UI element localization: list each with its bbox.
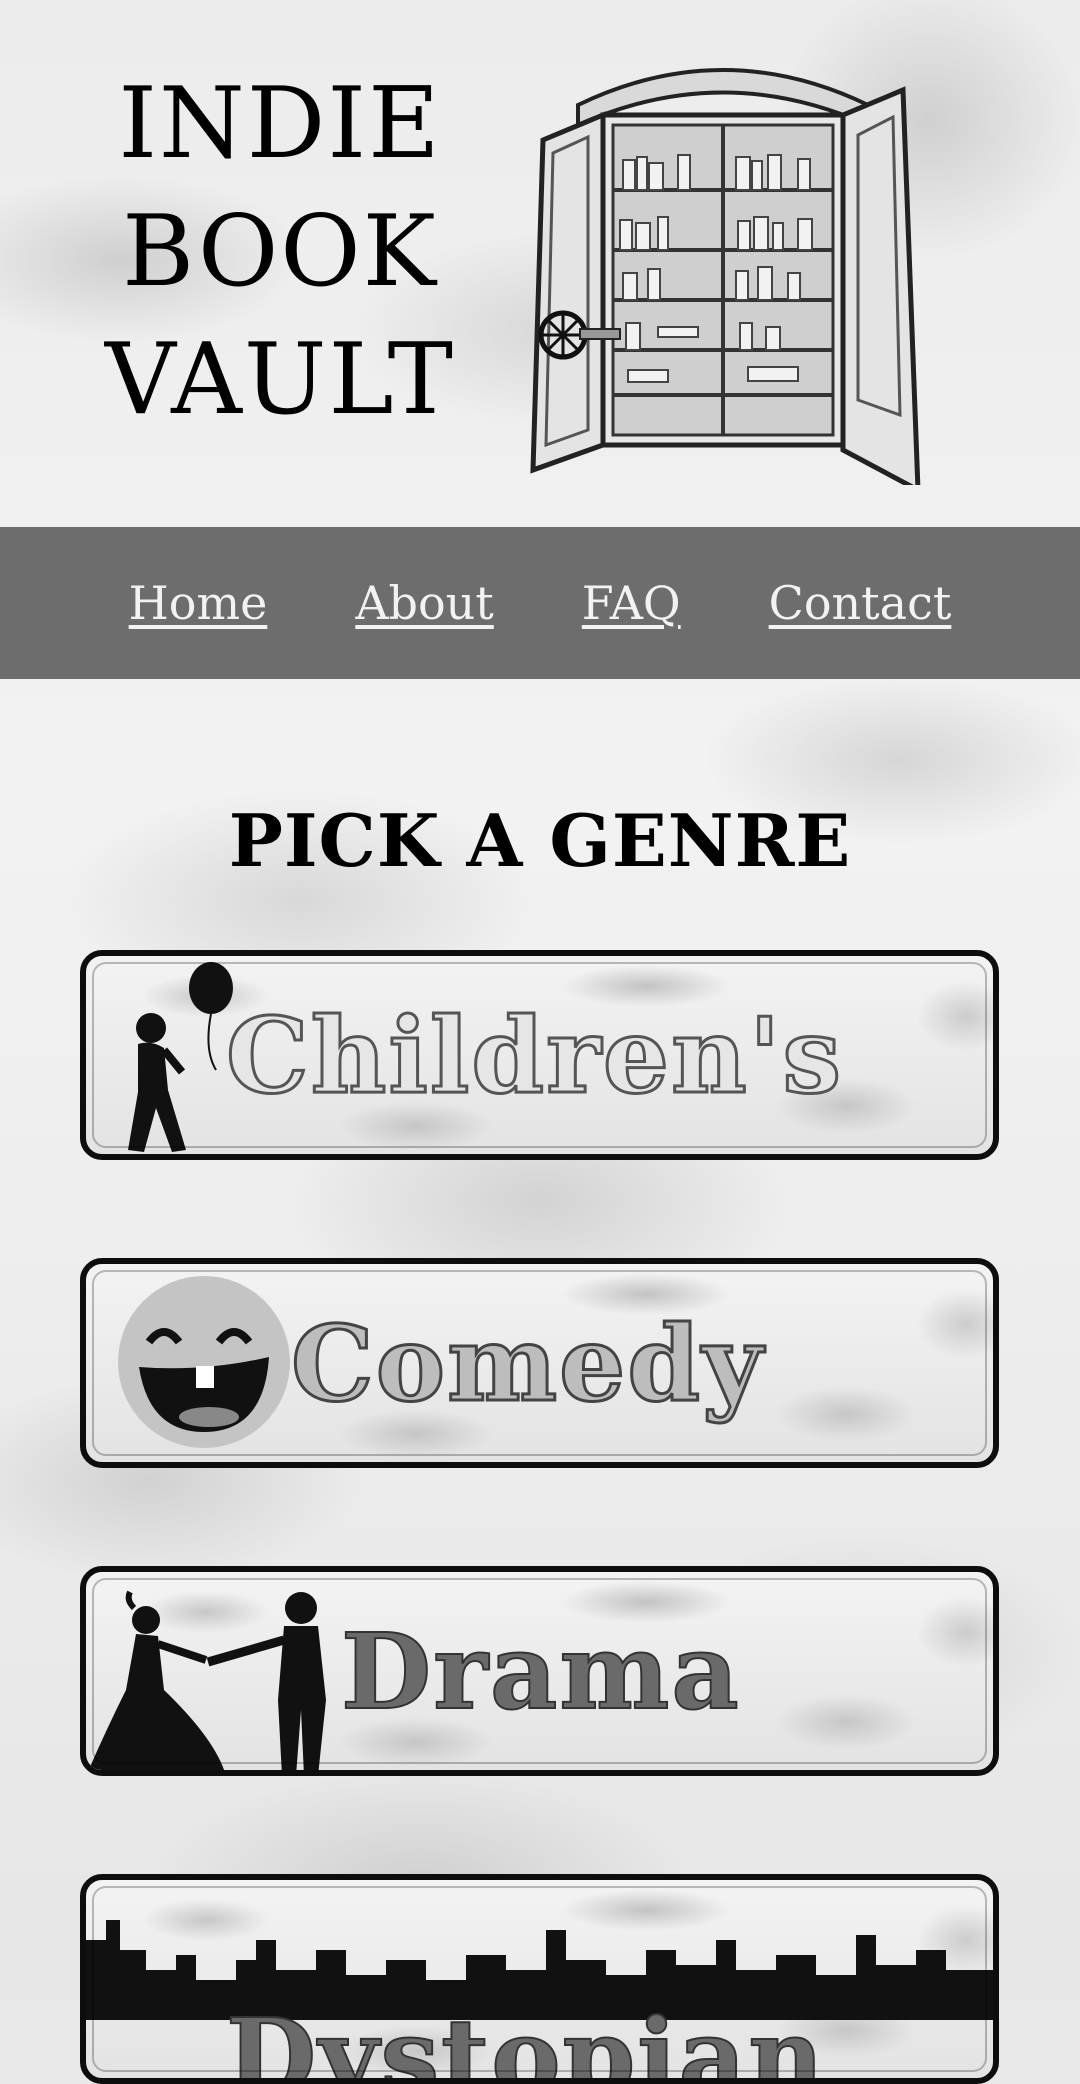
genre-label: Children's (224, 992, 844, 1118)
genre-button-drama[interactable]: Drama (80, 1566, 999, 1776)
nav-link-about[interactable]: About (355, 576, 493, 630)
dancing-couple-icon (88, 1590, 326, 1770)
laughing-face-icon (118, 1276, 290, 1448)
genre-label: Dystopian (225, 1994, 826, 2084)
section-title: PICK A GENRE (228, 798, 852, 884)
genre-button-dystopian[interactable]: Dystopian (80, 1874, 999, 2084)
logo-line-3: VAULT (105, 323, 455, 437)
genre-label: Drama (340, 1609, 741, 1734)
nav-link-contact[interactable]: Contact (769, 576, 952, 630)
vault-bookshelf-illustration (530, 68, 921, 485)
child-with-balloon-icon (128, 962, 233, 1152)
genre-label: Comedy (290, 1300, 765, 1426)
logo-line-1: INDIE (118, 67, 442, 181)
site-logo-text[interactable]: INDIE BOOK VAULT (70, 60, 490, 444)
main-nav: Home About FAQ Contact (0, 527, 1080, 679)
logo-line-2: BOOK (122, 195, 438, 309)
genre-button-comedy[interactable]: Comedy (80, 1258, 999, 1468)
nav-link-home[interactable]: Home (129, 576, 268, 630)
genre-button-childrens[interactable]: Children's (80, 950, 999, 1160)
site-header: INDIE BOOK VAULT (0, 0, 1080, 527)
nav-link-faq[interactable]: FAQ (582, 576, 681, 630)
